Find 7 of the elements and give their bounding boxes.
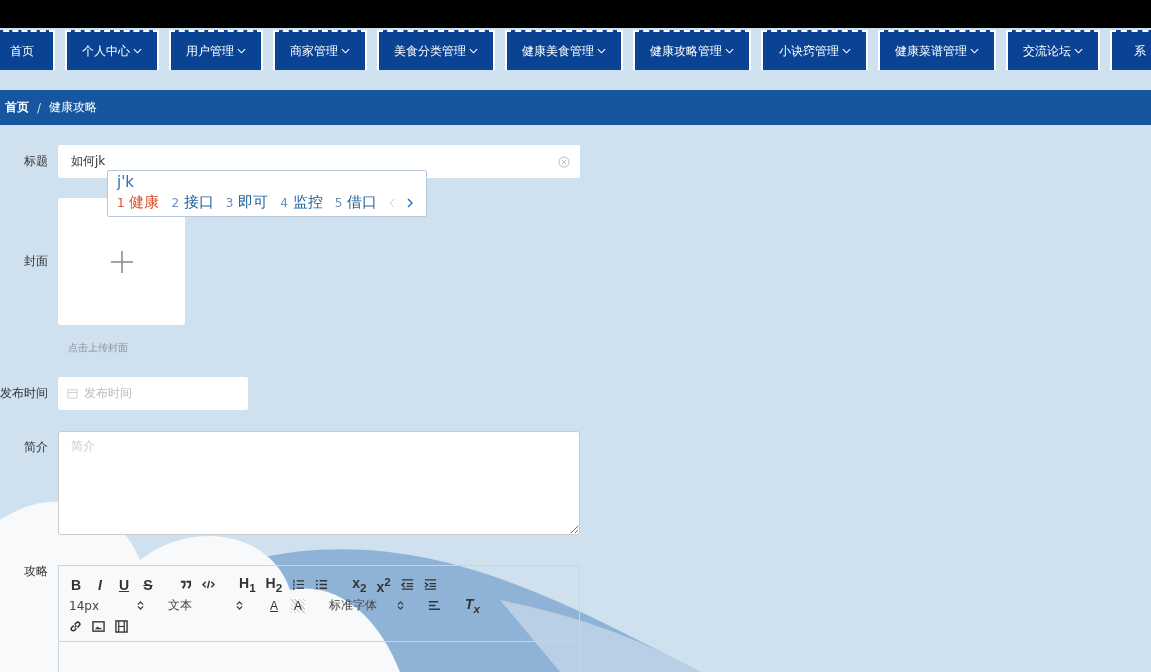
field-label: 攻略 <box>23 563 49 580</box>
field-label: 简介 <box>23 439 49 456</box>
field-label: 发布时间 <box>0 385 49 402</box>
field-label: 标题 <box>23 153 49 170</box>
field-label: 封面 <box>23 253 49 270</box>
upload-hint: 点击上传封面 <box>68 341 128 355</box>
breadcrumb-separator: / <box>37 100 42 115</box>
